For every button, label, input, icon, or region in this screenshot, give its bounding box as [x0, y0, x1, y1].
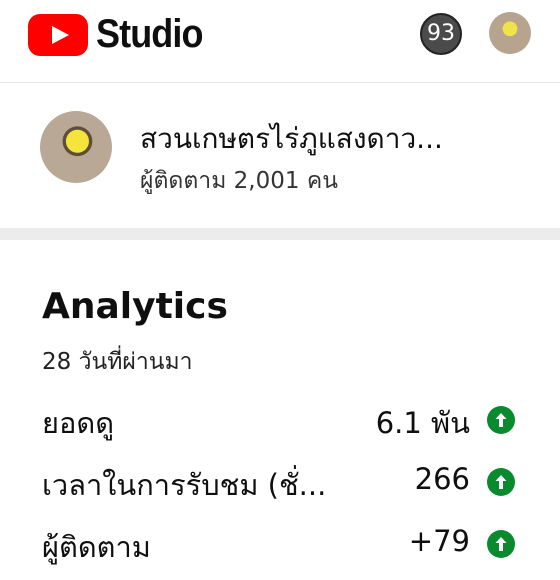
metric-row-views[interactable]: ยอดดู 6.1 พัน	[0, 400, 560, 456]
metric-label: ผู้ติดตาม	[42, 530, 151, 564]
metric-label: ยอดดู	[42, 406, 115, 440]
arrow-up-circle-icon	[487, 468, 515, 496]
youtube-play-icon	[28, 13, 88, 56]
metric-row-watch-time[interactable]: เวลาในการรับชม (ชั่... 266	[0, 462, 560, 518]
channel-subscriber-count: ผู้ติดตาม 2,001 คน	[140, 168, 338, 194]
metric-value: +79	[408, 524, 470, 558]
metric-label: เวลาในการรับชม (ชั่...	[42, 468, 327, 502]
notification-badge[interactable]: 93	[420, 13, 462, 55]
section-divider	[0, 228, 560, 240]
logo-text: Studio	[96, 12, 203, 56]
metric-row-subscribers[interactable]: ผู้ติดตาม +79	[0, 524, 560, 580]
metric-value: 6.1 พัน	[375, 406, 470, 440]
youtube-studio-logo[interactable]: Studio	[28, 12, 214, 57]
metric-value: 266	[414, 462, 470, 496]
channel-card[interactable]: สวนเกษตรไร่ภูแสงดาว... ผู้ติดตาม 2,001 ค…	[0, 83, 560, 228]
analytics-title: Analytics	[42, 286, 228, 327]
analytics-period: 28 วันที่ผ่านมา	[42, 349, 193, 375]
app-header: Studio 93	[0, 0, 560, 83]
channel-avatar	[40, 111, 112, 183]
arrow-up-circle-icon	[487, 530, 515, 558]
channel-name: สวนเกษตรไร่ภูแสงดาว...	[140, 122, 443, 155]
arrow-up-circle-icon	[487, 406, 515, 434]
account-avatar[interactable]	[489, 12, 531, 54]
